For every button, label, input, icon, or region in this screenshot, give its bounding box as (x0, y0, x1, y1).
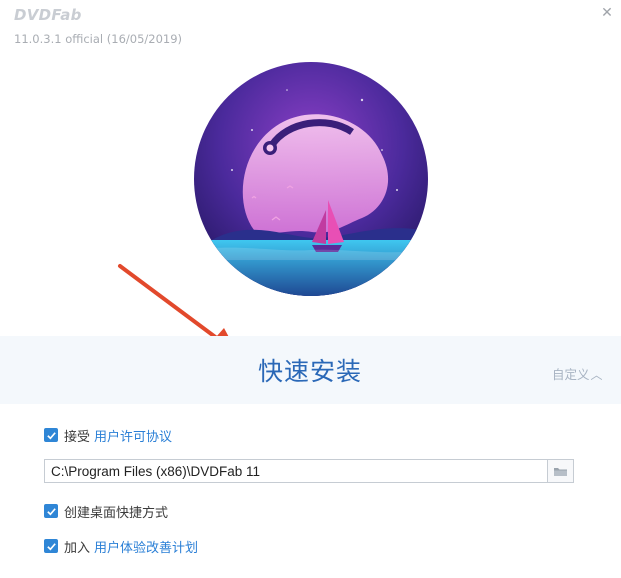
install-path-input[interactable] (45, 460, 549, 482)
experience-program-link[interactable]: 用户体验改善计划 (94, 537, 198, 556)
experience-checkbox[interactable] (44, 539, 58, 553)
experience-row: 加入 用户体验改善计划 (44, 537, 198, 556)
checkmark-icon (46, 507, 56, 515)
license-checkbox[interactable] (44, 428, 58, 442)
license-row: 接受 用户许可协议 (44, 426, 172, 445)
checkmark-icon (46, 431, 56, 439)
quick-install-button[interactable]: 快速安装 (258, 352, 362, 388)
checkmark-icon (46, 542, 56, 550)
license-prefix: 接受 (64, 429, 91, 445)
folder-icon (554, 467, 567, 476)
custom-install-toggle[interactable]: 自定义︿ (552, 364, 603, 383)
install-path-field (44, 459, 574, 483)
license-agreement-link[interactable]: 用户许可协议 (94, 426, 172, 445)
dvdfab-logo: DVDFab (14, 6, 82, 24)
version-label: 11.0.3.1 official (16/05/2019) (14, 32, 183, 46)
close-icon: ✕ (601, 5, 613, 21)
custom-install-label: 自定义 (552, 367, 590, 382)
browse-folder-button[interactable] (547, 460, 573, 482)
close-button[interactable]: ✕ (598, 4, 616, 22)
experience-prefix: 加入 (64, 540, 91, 556)
shortcut-label: 创建桌面快捷方式 (64, 505, 169, 521)
shortcut-row: 创建桌面快捷方式 (44, 503, 169, 521)
shortcut-checkbox[interactable] (44, 504, 58, 518)
chevron-up-icon: ︿ (590, 368, 603, 382)
